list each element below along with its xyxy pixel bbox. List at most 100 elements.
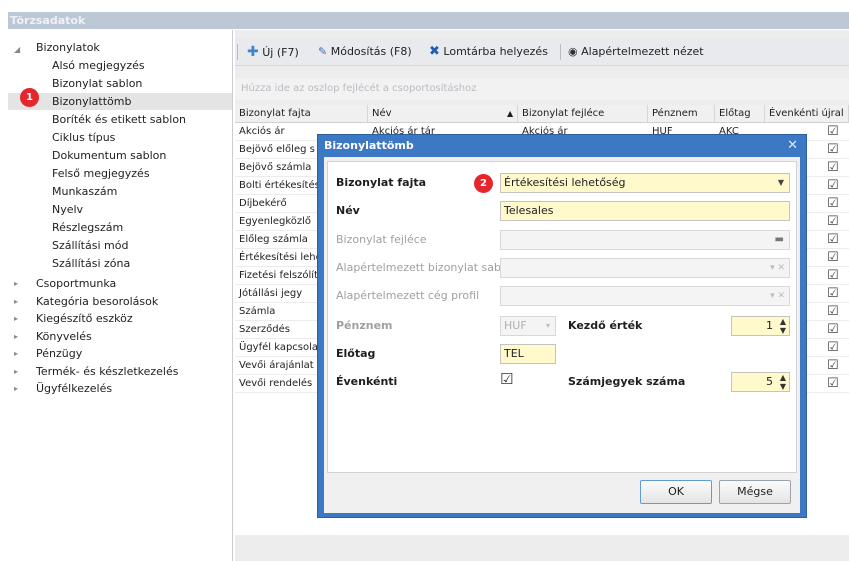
dropdown-arrow-icon: ▼: [777, 178, 784, 187]
toolbar: ✚ Új (F7) ✎ Módosítás (F8) ✖ Lomtárba he…: [235, 38, 849, 66]
pencil-icon: ✎: [318, 45, 328, 58]
nev-label: Név: [336, 204, 360, 217]
column-header[interactable]: Előtag: [715, 105, 765, 123]
tree-group[interactable]: Kiegészítő eszköz: [36, 310, 133, 327]
close-icon[interactable]: ✕: [787, 135, 798, 157]
szamjegy-spinner[interactable]: 5 ▲ ▼: [731, 372, 790, 392]
checkbox-icon[interactable]: ☑: [827, 376, 839, 391]
column-header[interactable]: Bizonylat fejléce: [518, 105, 648, 123]
checkbox-icon[interactable]: ☑: [827, 322, 839, 337]
tree-item[interactable]: Részleg­szám: [52, 219, 123, 236]
collapsed-arrow-icon[interactable]: ▸: [14, 297, 18, 306]
checkbox-icon[interactable]: ☑: [827, 358, 839, 373]
checkbox-icon[interactable]: ☑: [827, 250, 839, 265]
collapsed-arrow-icon[interactable]: ▸: [14, 279, 18, 288]
ceg-label: Alapértelmezett cég profil: [336, 289, 480, 302]
nev-input[interactable]: Telesales: [500, 201, 790, 221]
tree-group[interactable]: Kategória besorolások: [36, 293, 158, 310]
szamjegy-label: Számjegyek száma: [568, 375, 686, 388]
dropdown-arrow-icon: ▾: [545, 321, 550, 330]
checkbox-icon[interactable]: ☑: [827, 286, 839, 301]
penznem-dropdown[interactable]: HUF ▾: [500, 316, 556, 336]
fajta-dropdown[interactable]: Értékesítési lehetőség ▼: [500, 173, 790, 193]
collapsed-arrow-icon[interactable]: ▸: [14, 332, 18, 341]
checkbox-icon[interactable]: ☑: [827, 340, 839, 355]
tree-group[interactable]: Csoportmunka: [36, 275, 116, 292]
elotag-label: Előtag: [336, 347, 376, 360]
step-badge-2: 2: [474, 174, 493, 193]
checkbox-icon[interactable]: ☑: [827, 268, 839, 283]
collapsed-arrow-icon[interactable]: ▸: [14, 314, 18, 323]
plus-icon: ✚: [247, 44, 259, 60]
dropdown-clear-icon: ▾ ✕: [770, 291, 785, 301]
column-header[interactable]: Bizonylat fajta: [235, 105, 368, 123]
checkbox-icon[interactable]: ☑: [827, 124, 839, 139]
fejlec-input[interactable]: ▬: [500, 230, 790, 250]
delete-x-icon: ✖: [429, 44, 440, 59]
bizonylattomb-dialog: Bizonylattömb ✕ Bizonylat fajta 2 Értéke…: [317, 134, 807, 518]
tree-item[interactable]: Munkaszám: [52, 183, 117, 200]
elotag-input[interactable]: TEL: [500, 344, 556, 364]
kezdo-label: Kezdő érték: [568, 319, 643, 332]
expanded-arrow-icon[interactable]: ◢: [14, 45, 20, 54]
tree-group[interactable]: Ügyfélkezelés: [36, 380, 112, 397]
fejlec-label: Bizonylat fejléce: [336, 233, 427, 246]
ok-button[interactable]: OK: [640, 480, 712, 504]
eye-icon: ◉: [568, 45, 578, 58]
fajta-label: Bizonylat fajta: [336, 176, 427, 189]
new-button[interactable]: ✚ Új (F7): [247, 43, 299, 61]
evenkenti-label: Évenkénti: [336, 375, 398, 388]
penznem-label: Pénznem: [336, 319, 393, 332]
collapsed-arrow-icon[interactable]: ▸: [14, 349, 18, 358]
checkbox-icon[interactable]: ☑: [827, 178, 839, 193]
tree-item[interactable]: Boríték és etikett sablon: [52, 111, 186, 128]
tree-group[interactable]: Pénzügy: [36, 345, 82, 362]
checkbox-icon[interactable]: ☑: [827, 160, 839, 175]
tree-item[interactable]: Szállítási mód: [52, 237, 128, 254]
tree-item[interactable]: Nyelv: [52, 201, 83, 218]
window-title: Törzsadatok: [8, 12, 849, 29]
window-titlebar: Törzsadatok: [0, 0, 849, 30]
default-view-button[interactable]: ◉ Alapértelmezett nézet: [568, 43, 704, 61]
column-header[interactable]: Évenkénti újral: [765, 105, 849, 123]
checkbox-icon[interactable]: ☑: [827, 142, 839, 157]
tree-item[interactable]: Bizonylat sablon: [52, 75, 142, 92]
tree-item[interactable]: Dokumentum sablon: [52, 147, 166, 164]
sablon-label: Alapértelmezett bizonylat sablon: [336, 261, 518, 274]
evenkenti-checkbox[interactable]: ☑: [500, 370, 513, 388]
checkbox-icon[interactable]: ☑: [827, 214, 839, 229]
tree-item[interactable]: Ciklus típus: [52, 129, 115, 146]
tree-group[interactable]: Könyvelés: [36, 328, 92, 345]
form-panel: Bizonylat fajta 2 Értékesítési lehetőség…: [327, 161, 797, 473]
tree-item[interactable]: Bizonylattömb: [8, 93, 232, 110]
checkbox-icon[interactable]: ☑: [827, 304, 839, 319]
checkbox-icon[interactable]: ☑: [827, 232, 839, 247]
tree-group[interactable]: Termék- és készletkezelés: [36, 363, 179, 380]
collapsed-arrow-icon[interactable]: ▸: [14, 384, 18, 393]
collapsed-arrow-icon[interactable]: ▸: [14, 367, 18, 376]
checkbox-icon[interactable]: ☑: [827, 196, 839, 211]
dialog-body: Bizonylat fajta 2 Értékesítési lehetőség…: [324, 157, 800, 513]
tree-root-bizonylatok[interactable]: Bizonylatok: [36, 39, 100, 56]
trash-button[interactable]: ✖ Lomtárba helyezés: [429, 43, 548, 61]
step-badge-1: 1: [20, 88, 39, 107]
spinner-arrows-icon[interactable]: ▲ ▼: [780, 317, 786, 335]
spinner-arrows-icon[interactable]: ▲ ▼: [780, 373, 786, 391]
tree-item[interactable]: Szállítási zóna: [52, 255, 130, 272]
tree-item[interactable]: Alsó megjegyzés: [52, 57, 145, 74]
sablon-dropdown[interactable]: ▾ ✕: [500, 258, 790, 278]
grid-header: Bizonylat fajta Név Bizonylat fejléce Pénzn…: [235, 105, 849, 123]
kezdo-spinner[interactable]: 1 ▲ ▼: [731, 316, 790, 336]
navigation-tree: ◢ Bizonylatok Alsó megjegyzés Bizonylat s…: [8, 30, 233, 561]
edit-button[interactable]: ✎ Módosítás (F8): [318, 43, 412, 61]
tree-item[interactable]: Felső megjegyzés: [52, 165, 150, 182]
column-header[interactable]: Név: [368, 105, 518, 123]
dialog-title: Bizonylattömb: [324, 139, 414, 152]
sort-ascending-icon: ▲: [507, 109, 514, 118]
editor-icon[interactable]: ▬: [775, 231, 784, 249]
cancel-button[interactable]: Mégse: [719, 480, 791, 504]
ceg-dropdown[interactable]: ▾ ✕: [500, 286, 790, 306]
column-header[interactable]: Pénznem: [648, 105, 715, 123]
group-by-hint[interactable]: Húzza ide az oszlop fejlécét a csoportos…: [235, 78, 849, 100]
dropdown-clear-icon: ▾ ✕: [770, 263, 785, 273]
